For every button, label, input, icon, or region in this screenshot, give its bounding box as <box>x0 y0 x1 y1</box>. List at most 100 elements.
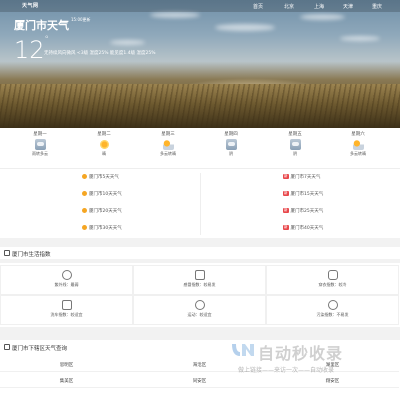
nav-link[interactable]: 北京 <box>284 3 294 10</box>
medicine-kit-icon <box>194 270 205 280</box>
day-name: 星期六 <box>351 132 365 137</box>
cloud-shape <box>300 14 345 20</box>
new-badge: 新 <box>283 225 289 230</box>
day-name: 星期三 <box>161 132 175 137</box>
life-index-item[interactable]: 感冒指数：较易发 <box>133 265 266 295</box>
car-icon <box>61 300 72 310</box>
day-weather: 多云转晴 <box>160 151 176 156</box>
calendar-icon <box>4 250 10 256</box>
link-label: 厦门市7天天气 <box>290 175 321 180</box>
city-name: 厦门市天气 <box>14 19 69 32</box>
day-weather: 阴 <box>229 151 233 156</box>
partly-cloudy-icon <box>162 139 174 150</box>
pollution-icon <box>327 300 338 310</box>
nav-link[interactable]: 上海 <box>314 3 324 10</box>
life-index-item[interactable]: 洗车指数：较适宜 <box>0 295 133 325</box>
cloud-shape <box>110 40 145 45</box>
life-index-item[interactable]: 穿衣指数：较冷 <box>266 265 399 295</box>
cloud-shape <box>340 36 380 41</box>
clothes-icon <box>327 270 338 280</box>
link-label: 厦门市30天天气 <box>89 226 122 231</box>
link-label: 厦门市15天天气 <box>290 192 324 197</box>
sun-icon <box>82 208 87 213</box>
life-index-text: 紫外线：最弱 <box>54 282 79 287</box>
cloud-icon <box>225 139 237 150</box>
forecast-link[interactable]: 新厦门市25天天气 <box>283 208 323 214</box>
day-name: 星期二 <box>97 132 111 137</box>
link-label: 厦门市10天天气 <box>89 192 122 197</box>
life-index-header: 厦门市生活指数 <box>0 243 400 259</box>
day-name: 星期四 <box>224 132 238 137</box>
section-title: 厦门市生活指数 <box>12 252 51 258</box>
link-label: 厦门市5天天气 <box>89 175 119 180</box>
hero-banner: 天气网 首页 北京 上海 天津 重庆 厦门市天气 15:00更新 12° 无持续风… <box>0 0 400 128</box>
link-label: 厦门市20天天气 <box>89 209 122 214</box>
update-time: 15:00更新 <box>71 17 91 22</box>
day-forecast[interactable]: 星期一 雨转多云 <box>20 131 60 157</box>
day-weather: 阴 <box>293 151 297 156</box>
forecast-link[interactable]: 厦门市10天天气 <box>82 191 122 197</box>
day-forecast[interactable]: 星期三 多云转晴 <box>148 131 188 157</box>
sun-icon <box>82 174 87 179</box>
forecast-link[interactable]: 新厦门市15天天气 <box>283 191 323 197</box>
forecast-links: 厦门市5天天气 厦门市10天天气 厦门市20天天气 厦门市30天天气 新厦门市7… <box>0 168 400 238</box>
day-weather: 多云转晴 <box>350 151 366 156</box>
sun-icon <box>82 191 87 196</box>
cloud-rain-icon <box>34 139 46 150</box>
life-index-text: 运动：较适宜 <box>187 312 212 317</box>
life-index-text: 穿衣指数：较冷 <box>318 282 347 287</box>
forecast-link[interactable]: 厦门市5天天气 <box>82 174 119 180</box>
district-link[interactable]: 集美区 <box>0 376 133 388</box>
new-badge: 新 <box>283 191 289 196</box>
forecast-link[interactable]: 厦门市30天天气 <box>82 225 122 231</box>
day-forecast[interactable]: 星期四 阴 <box>211 131 251 157</box>
day-name: 星期一 <box>33 132 47 137</box>
life-index-text: 感冒指数：较易发 <box>183 282 216 287</box>
watermark: 自动秒收录 做上链接——来访一次——自动收录 <box>230 338 390 378</box>
watermark-subtitle: 做上链接——来访一次——自动收录 <box>238 367 335 374</box>
day-forecast[interactable]: 星期五 阴 <box>275 131 315 157</box>
sun-icon <box>82 225 87 230</box>
forecast-link[interactable]: 厦门市20天天气 <box>82 208 122 214</box>
wheat-field <box>0 84 400 128</box>
temperature-value: 12 <box>14 36 45 64</box>
forecast-link[interactable]: 新厦门市7天天气 <box>283 174 320 180</box>
nav-link[interactable]: 首页 <box>253 3 263 10</box>
district-link[interactable]: 思明区 <box>0 360 133 372</box>
running-icon <box>194 300 205 310</box>
week-forecast: 星期一 雨转多云 星期二 晴 星期三 多云转晴 星期四 阴 星期五 阴 星期六 … <box>0 128 400 168</box>
section-title: 厦门市下辖区天气查询 <box>12 346 68 352</box>
day-name: 星期五 <box>288 132 302 137</box>
forecast-link[interactable]: 新厦门市40天天气 <box>283 225 323 231</box>
nav-link[interactable]: 天津 <box>343 3 353 10</box>
link-label: 厦门市25天天气 <box>290 209 324 214</box>
life-index-item[interactable]: 紫外线：最弱 <box>0 265 133 295</box>
link-label: 厦门市40天天气 <box>290 226 324 231</box>
divider <box>200 173 201 235</box>
location-icon <box>4 344 10 350</box>
top-bar <box>0 0 400 12</box>
watermark-logo-icon <box>232 344 254 356</box>
cloud-shape <box>215 24 275 31</box>
life-index-text: 洗车指数：较适宜 <box>50 312 83 317</box>
day-weather: 晴 <box>102 151 106 156</box>
day-forecast[interactable]: 星期二 晴 <box>84 131 124 157</box>
sun-icon <box>98 139 110 150</box>
cloud-shape <box>150 12 200 18</box>
cloud-icon <box>289 139 301 150</box>
day-forecast[interactable]: 星期六 多云转晴 <box>338 131 378 157</box>
city-title: 厦门市天气 15:00更新 <box>14 17 91 33</box>
life-index-text: 污染指数：不易发 <box>316 312 349 317</box>
life-index-item[interactable]: 运动：较适宜 <box>133 295 266 325</box>
temperature-unit: ° <box>44 35 50 45</box>
nav-link[interactable]: 重庆 <box>372 3 382 10</box>
sun-outline-icon <box>61 270 72 280</box>
watermark-title: 自动秒收录 <box>258 344 344 363</box>
weather-conditions: 无持续风向微风 <3级 湿度25% 能见度1.4级 湿度25% <box>44 51 156 56</box>
life-index-item[interactable]: 污染指数：不易发 <box>266 295 399 325</box>
day-weather: 雨转多云 <box>32 151 48 156</box>
site-logo[interactable]: 天气网 <box>22 2 39 9</box>
life-index-grid: 紫外线：最弱 感冒指数：较易发 穿衣指数：较冷 洗车指数：较适宜 运动：较适宜 … <box>0 263 400 327</box>
new-badge: 新 <box>283 208 289 213</box>
new-badge: 新 <box>283 174 289 179</box>
